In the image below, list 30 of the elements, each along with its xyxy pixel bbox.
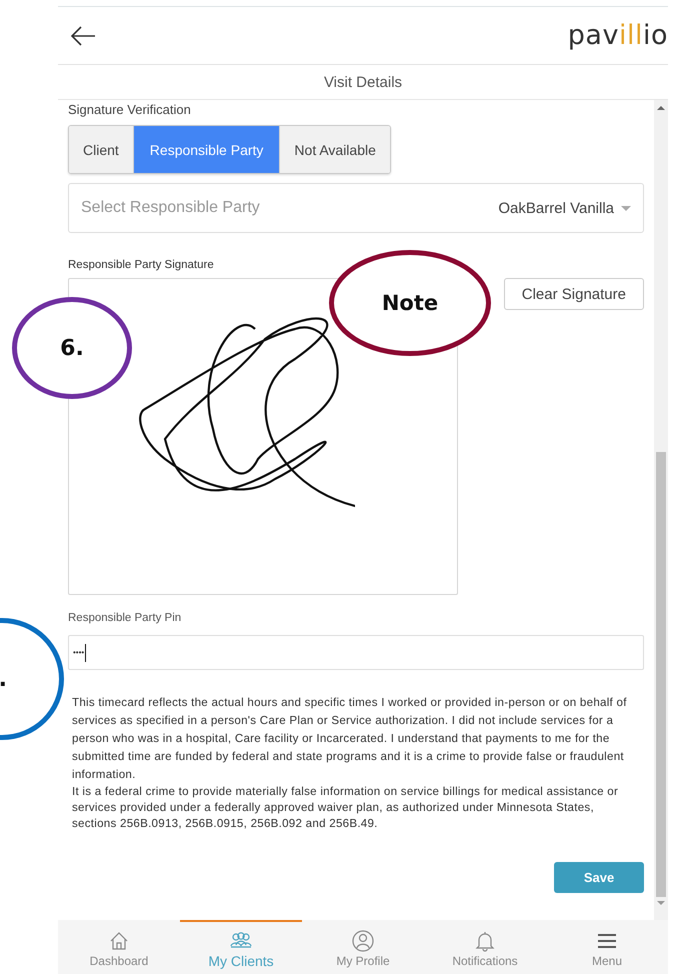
section-heading: Signature Verification: [68, 102, 192, 117]
pin-field[interactable]: ••••: [68, 635, 644, 670]
bell-icon: [474, 930, 496, 952]
profile-icon: [352, 930, 374, 952]
nav-tab[interactable]: Notifications: [424, 920, 546, 974]
annotation-label: 6.: [60, 336, 84, 360]
nav-tab[interactable]: My Clients: [180, 920, 302, 974]
annotation-label: .: [0, 666, 7, 692]
annotation-label: Note: [382, 291, 438, 315]
signer-tab[interactable]: Not Available: [279, 126, 390, 173]
nav-tab[interactable]: My Profile: [302, 920, 424, 974]
caret-icon: [621, 206, 631, 210]
disclaimer-paragraph: It is a federal crime to provide materially false information on service billings for medical assistance or services provided under a federally approved waiver plan, as authorized under Minnesota States, sections 256B.0913, 256B.0915, 256B.092 and 256B.49.: [72, 784, 620, 832]
nav-tab[interactable]: Dashboard: [58, 920, 180, 974]
nav-tab[interactable]: Menu: [546, 920, 668, 974]
party-select[interactable]: Select Responsible Party OakBarrel Vanilla: [68, 183, 644, 233]
signer-tab[interactable]: Responsible Party: [132, 126, 280, 173]
page-title: Visit Details: [324, 74, 402, 90]
select-value: OakBarrel Vanilla: [498, 200, 614, 216]
clear-signature-button[interactable]: Clear Signature: [504, 278, 644, 310]
home-icon: [108, 930, 130, 952]
field-label: Responsible Party Signature: [68, 259, 215, 271]
select-placeholder: Select Responsible Party: [81, 199, 261, 217]
signer-tab[interactable]: Client: [69, 126, 133, 173]
logo: pavill io: [568, 20, 668, 51]
scrollbar[interactable]: [654, 100, 668, 920]
back-arrow-icon[interactable]: [70, 26, 96, 46]
disclaimer-paragraph: This timecard reflects the actual hours and specific times I worked or provided in-person or on behalf of services as specified in a person's Care Plan or Service authorization. I did not include services for a person who was in a hospital, Care facility or Incarcerated. I understand that payments to me for the submitted time are funded by federal and state programs and it is a crime to provide false or fraudulent information.: [72, 695, 628, 783]
save-button[interactable]: Save: [554, 862, 644, 893]
field-label: Responsible Party Pin: [68, 612, 182, 624]
